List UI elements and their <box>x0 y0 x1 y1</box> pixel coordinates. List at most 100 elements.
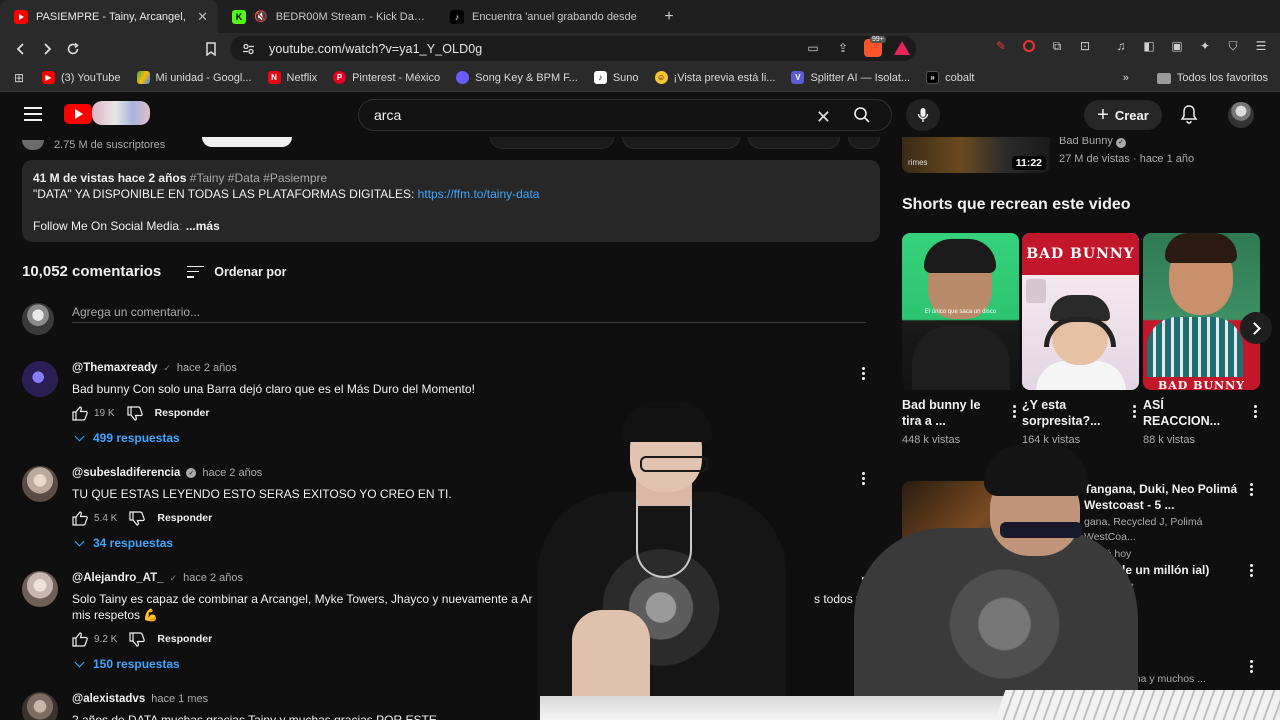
brave-rewards-icon[interactable] <box>894 41 910 55</box>
sidebar-toggle-icon[interactable]: ◧ <box>1140 37 1158 55</box>
all-bookmarks-folder[interactable]: Todos los favoritos <box>1156 72 1268 84</box>
comment-author[interactable]: @subesladiferencia <box>72 467 180 479</box>
sort-comments-button[interactable]: Ordenar por <box>187 265 287 279</box>
short-menu-icon[interactable] <box>1133 405 1137 418</box>
search-input[interactable]: arca <box>374 107 891 123</box>
create-button[interactable]: + Crear <box>1084 100 1162 130</box>
comment-avatar[interactable] <box>22 571 58 607</box>
account-avatar[interactable] <box>1228 102 1254 128</box>
bookmark-google-drive[interactable]: Mi unidad - Googl... <box>136 71 252 84</box>
more-actions-button[interactable] <box>848 137 880 149</box>
forward-arrow-icon[interactable] <box>34 36 60 62</box>
reload-icon[interactable] <box>60 36 86 62</box>
extensions-puzzle-icon[interactable]: ⧉ <box>1048 37 1066 55</box>
reply-button[interactable]: Responder <box>155 407 210 419</box>
comment-menu-icon[interactable] <box>862 367 866 380</box>
show-replies-button[interactable]: 499 respuestas <box>72 431 852 445</box>
short-title[interactable]: Bad bunny le tira a ... <box>902 397 998 429</box>
thumbs-down-icon[interactable] <box>126 405 143 421</box>
bookmark-cobalt[interactable]: » cobalt <box>926 71 974 84</box>
comment-author[interactable]: @alexistadvs <box>72 693 145 705</box>
download-button[interactable] <box>748 137 840 149</box>
thumbs-up-icon[interactable] <box>72 510 88 526</box>
search-box[interactable]: arca ✕ <box>358 99 892 131</box>
leo-ai-icon[interactable]: ✦ <box>1196 37 1214 55</box>
video-menu-icon[interactable] <box>1250 483 1254 496</box>
browser-menu-icon[interactable]: ☰ <box>1252 37 1270 55</box>
description-link[interactable]: https://ffm.to/tainy-data <box>418 187 540 201</box>
comment-avatar[interactable] <box>22 692 58 720</box>
bookmark-youtube[interactable]: ▶ (3) YouTube <box>42 71 121 84</box>
comment-menu-icon[interactable] <box>862 472 866 485</box>
youtube-doodle[interactable] <box>92 101 150 125</box>
short-title[interactable]: ASÍ REACCION... <box>1143 397 1239 429</box>
short-thumbnail[interactable]: BAD BUNNY <box>1022 233 1139 390</box>
short-card[interactable]: BAD BUNNY ¿Y esta sorpresita?... 164 k v… <box>1022 233 1139 446</box>
browser-tab-tiktok[interactable]: ♪ Encuentra 'anuel grabando desde <box>436 0 654 33</box>
record-icon[interactable] <box>1020 37 1038 55</box>
site-settings-icon[interactable] <box>242 43 255 55</box>
close-icon[interactable]: ✕ <box>197 9 208 25</box>
video-thumbnail[interactable]: rimes 11:22 <box>902 137 1050 173</box>
screenshot-icon[interactable]: ⊡ <box>1076 37 1094 55</box>
voice-search-button[interactable] <box>906 99 940 131</box>
comment-time[interactable]: hace 1 mes <box>151 693 208 705</box>
youtube-logo[interactable] <box>64 104 92 124</box>
video-menu-icon[interactable] <box>1250 564 1254 577</box>
comment-avatar[interactable] <box>22 466 58 502</box>
short-card[interactable]: BAD BUNNY ASÍ REACCION... 88 k vistas <box>1143 233 1260 446</box>
shorts-next-button[interactable] <box>1240 312 1272 344</box>
comment-time[interactable]: hace 2 años <box>202 467 262 479</box>
short-thumbnail[interactable]: BAD BUNNY <box>1143 233 1260 390</box>
bookmark-pinterest[interactable]: P Pinterest - México <box>333 71 440 84</box>
show-more-button[interactable]: ...más <box>186 219 220 233</box>
bookmark-suno[interactable]: ♪ Suno <box>593 71 639 84</box>
channel-avatar[interactable] <box>22 140 44 150</box>
reply-button[interactable]: Responder <box>157 633 212 645</box>
share-button[interactable] <box>622 137 740 149</box>
bookmark-song-key[interactable]: Song Key & BPM F... <box>456 71 578 84</box>
description-box[interactable]: 41 M de vistas hace 2 años #Tainy #Data … <box>22 160 880 242</box>
bookmark-icon[interactable] <box>198 36 224 62</box>
new-tab-button[interactable]: + <box>654 0 684 33</box>
hashtags[interactable]: #Tainy #Data #Pasiempre <box>190 171 327 185</box>
short-menu-icon[interactable] <box>1254 405 1258 418</box>
bookmark-netflix[interactable]: N Netflix <box>267 71 317 84</box>
comment-author[interactable]: @Alejandro_AT_ <box>72 572 164 584</box>
video-title[interactable]: Tangana, Duki, Neo Polimá Westcoast - 5 … <box>1084 481 1244 513</box>
notifications-bell-icon[interactable] <box>1178 103 1200 125</box>
bookmark-splitter-ai[interactable]: V Splitter AI — Isolat... <box>791 71 910 84</box>
browser-tab-kick[interactable]: K 🔇 BEDR00M Stream - Kick Dashb <box>218 0 436 33</box>
wallet-icon[interactable]: ▣ <box>1168 37 1186 55</box>
thumbs-up-icon[interactable] <box>72 405 88 421</box>
thumbs-down-icon[interactable] <box>129 510 146 526</box>
back-arrow-icon[interactable] <box>8 36 34 62</box>
bookmarks-overflow-button[interactable]: » <box>1123 72 1129 84</box>
reply-button[interactable]: Responder <box>157 512 212 524</box>
browser-tab-youtube[interactable]: PASIEMPRE - Tainy, Arcangel, ✕ <box>0 0 218 33</box>
search-button[interactable] <box>833 100 891 130</box>
menu-icon[interactable] <box>24 107 42 121</box>
bookmark-vista-previa[interactable]: ☺ ¡Vista previa está li... <box>654 71 775 84</box>
comment-time[interactable]: hace 2 años <box>183 572 243 584</box>
short-menu-icon[interactable] <box>1013 405 1017 418</box>
muted-speaker-icon[interactable]: 🔇 <box>254 10 268 23</box>
like-dislike-button[interactable] <box>490 137 614 149</box>
comment-time[interactable]: hace 2 años <box>177 362 237 374</box>
video-info[interactable]: Bad Bunny ✓ 27 M de vistas · hace 1 año <box>1059 137 1194 168</box>
subscribe-button[interactable] <box>202 137 292 147</box>
vpn-shield-icon[interactable]: ⛉ <box>1224 37 1242 55</box>
media-controls-icon[interactable]: ♫ <box>1112 37 1130 55</box>
share-icon[interactable]: ⇪ <box>834 39 852 57</box>
comment-avatar[interactable] <box>22 361 58 397</box>
clear-search-icon[interactable]: ✕ <box>816 107 831 128</box>
thumbs-down-icon[interactable] <box>129 631 146 647</box>
apps-grid-icon[interactable]: ⊞ <box>10 69 28 87</box>
add-comment-input[interactable]: Agrega un comentario... <box>72 303 866 323</box>
short-thumbnail[interactable]: El único que saca un disco <box>902 233 1019 390</box>
cast-icon[interactable]: ▭ <box>804 39 822 57</box>
short-title[interactable]: ¿Y esta sorpresita?... <box>1022 397 1118 429</box>
video-menu-icon[interactable] <box>1250 660 1254 673</box>
channel-name[interactable]: Bad Bunny <box>1059 137 1113 147</box>
brave-shields-icon[interactable]: 99+ <box>864 36 886 57</box>
